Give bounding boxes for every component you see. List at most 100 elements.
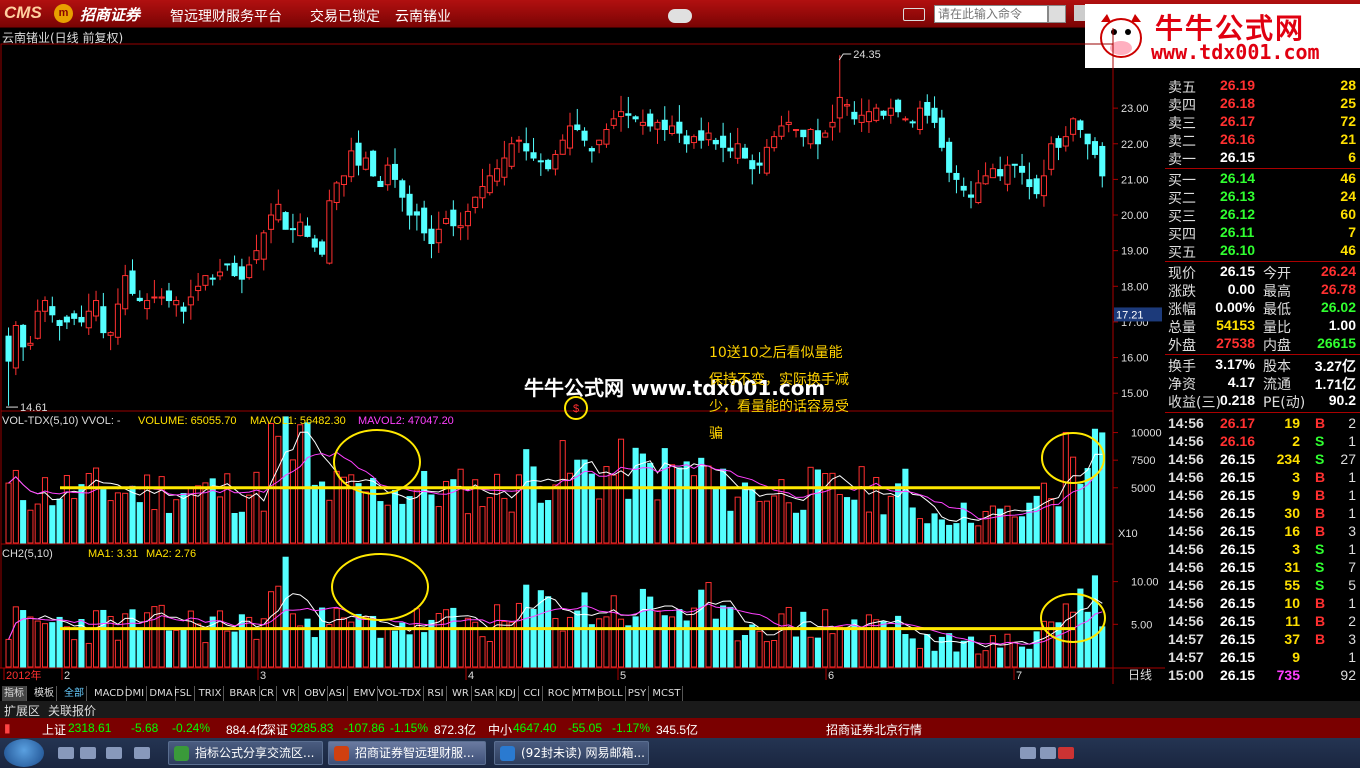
tick-row: 14:56 26.15 3 B 1 (1165, 469, 1360, 487)
candle-body (537, 160, 544, 163)
tick-side: B (1315, 595, 1326, 611)
candle-body (41, 300, 49, 312)
volume-bar (865, 614, 872, 668)
indicator-tab[interactable]: MACD (92, 686, 127, 701)
indicator-tab[interactable]: ROC (546, 686, 573, 701)
tick-volume: 55 (1284, 577, 1300, 593)
volume-bar (749, 624, 756, 668)
candle-body (501, 157, 508, 178)
indicator-tab[interactable]: ASI (327, 686, 348, 701)
indicator-tab[interactable]: EMV (351, 686, 379, 701)
volume-bar (909, 507, 916, 544)
indicator-tab[interactable]: PSY (626, 686, 650, 701)
task-label: (92封未读) 网易邮箱... (521, 746, 645, 760)
candle-body (690, 136, 697, 144)
indicator-tab[interactable]: OBV (302, 686, 329, 701)
indicator-tab[interactable]: RSI (425, 686, 447, 701)
indicator-tab[interactable]: VR (280, 686, 299, 701)
indicator-tab[interactable]: FSL (172, 686, 195, 701)
volume-bar (100, 489, 107, 544)
indicator-tab[interactable]: 模板 (32, 686, 57, 701)
sell-level-row[interactable]: 卖二 26.16 21 (1165, 131, 1360, 150)
tick-count: 1 (1348, 541, 1356, 557)
indicator-tab[interactable]: WR (450, 686, 472, 701)
indicator-tab[interactable]: SAR (472, 686, 498, 701)
buy-level-row[interactable]: 买一 26.14 46 (1165, 170, 1360, 189)
volume-bar (34, 503, 41, 544)
indicator-tab[interactable]: VOL-TDX (376, 686, 425, 701)
quote-value: 0.00% (1215, 299, 1255, 315)
candle-body (5, 335, 12, 362)
candle-body (34, 310, 41, 339)
volume-bar (632, 447, 639, 544)
tick-side: S (1315, 577, 1325, 593)
buy-level-row[interactable]: 买二 26.13 24 (1165, 188, 1360, 207)
indicator-tab[interactable]: CR (258, 686, 278, 701)
buy-level-row[interactable]: 买五 26.10 46 (1165, 242, 1360, 261)
sell-level-row[interactable]: 卖一 26.15 6 (1165, 149, 1360, 168)
indicator-tab[interactable]: 指标 (2, 686, 27, 701)
media-player-icon[interactable] (80, 747, 96, 759)
volume-bar (683, 461, 690, 544)
tick-count: 5 (1348, 577, 1356, 593)
quote-label: 收益(三) (1168, 395, 1221, 411)
indicator-tab[interactable]: MCST (650, 686, 684, 701)
buy-level-row[interactable]: 买四 26.11 7 (1165, 224, 1360, 243)
price-tick-label: 21.00 (1121, 174, 1149, 186)
volume-bar (442, 480, 450, 544)
indicator-tab[interactable]: KDJ (497, 686, 519, 701)
volume-bar (698, 457, 705, 544)
chrome-tray-icon[interactable] (1058, 747, 1074, 759)
task-trading[interactable]: 招商证券智远理财服... (328, 741, 486, 765)
tick-price: 26.15 (1220, 505, 1256, 521)
indicator-tab[interactable]: CCI (521, 686, 544, 701)
volume-bar (938, 519, 945, 544)
broker-server[interactable]: 招商证券北京行情 (826, 721, 922, 738)
candle-body (1062, 136, 1069, 147)
kline-chart[interactable]: 23.0022.0021.0020.0019.0018.0017.0016.00… (0, 0, 1165, 700)
candle-body (720, 135, 727, 148)
tab-related-quotes[interactable]: 关联报价 (48, 702, 96, 719)
indicator-tab[interactable]: 全部 (62, 686, 87, 701)
sell-level-row[interactable]: 卖四 26.18 25 (1165, 95, 1360, 114)
volume-bar (887, 628, 894, 668)
keyboard-tray-icon[interactable] (1020, 747, 1036, 759)
tab-extension[interactable]: 扩展区 (4, 702, 40, 719)
volume-bar (413, 608, 420, 668)
volume-bar (953, 523, 960, 544)
candle-body (946, 141, 953, 173)
indicator-tab[interactable]: DMI (123, 686, 148, 701)
tick-count: 1 (1348, 649, 1356, 665)
start-button-icon[interactable] (4, 739, 44, 767)
show-desktop-icon[interactable] (58, 747, 74, 759)
explorer-icon[interactable] (134, 747, 150, 759)
candle-body (56, 320, 63, 326)
indicator-tab[interactable]: BRAR (227, 686, 260, 701)
task-mail[interactable]: (92封未读) 网易邮箱... (494, 741, 649, 765)
tick-count: 2 (1348, 613, 1356, 629)
candle-body (617, 111, 625, 118)
tick-volume: 11 (1285, 613, 1300, 629)
indicator-tab[interactable]: TRIX (197, 686, 225, 701)
quote-value: 3.17% (1215, 356, 1255, 372)
task-forum[interactable]: 指标公式分享交流区... (168, 741, 323, 765)
volume-bar (399, 503, 406, 544)
volume-bar (85, 472, 92, 544)
ie-icon[interactable] (106, 747, 122, 759)
volume-bar (63, 626, 70, 668)
volume-bar (158, 604, 165, 668)
indicator-tab[interactable]: BOLL (595, 686, 626, 701)
candle-body (246, 264, 253, 279)
language-icon[interactable] (1040, 747, 1056, 759)
sh-pct: -0.24% (172, 721, 211, 735)
tick-price: 26.15 (1220, 523, 1256, 539)
sell-level-row[interactable]: 卖五 26.19 28 (1165, 77, 1360, 96)
volume-bar (654, 499, 661, 544)
quote-row: 总量 54153 量比 1.00 (1165, 317, 1360, 336)
candle-body (406, 193, 413, 216)
buy-level-row[interactable]: 买三 26.12 60 (1165, 206, 1360, 225)
tick-time: 14:56 (1168, 559, 1204, 575)
volume-bar (421, 470, 428, 544)
tick-price: 26.16 (1220, 433, 1256, 449)
sell-level-row[interactable]: 卖三 26.17 72 (1165, 113, 1360, 132)
